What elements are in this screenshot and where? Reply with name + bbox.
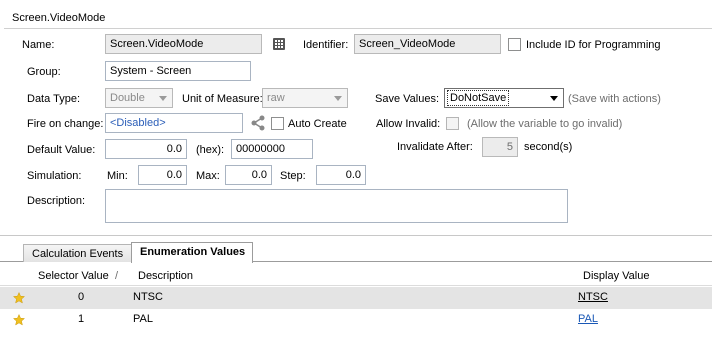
save-values-value: DoNotSave — [447, 90, 510, 106]
tab-enumeration-values[interactable]: Enumeration Values — [131, 242, 253, 263]
min-field[interactable]: 0.0 — [138, 165, 187, 185]
name-field[interactable]: Screen.VideoMode — [105, 34, 262, 54]
allow-invalid-label: Allow Invalid: — [376, 118, 441, 130]
step-field[interactable]: 0.0 — [316, 165, 366, 185]
page-title: Screen.VideoMode — [12, 12, 106, 24]
save-values-select[interactable]: DoNotSave — [444, 88, 564, 108]
default-value-label: Default Value: — [27, 144, 96, 156]
display-value-link[interactable]: PAL — [578, 313, 598, 325]
identifier-field[interactable]: Screen_VideoMode — [354, 34, 501, 54]
data-type-value: Double — [110, 92, 145, 104]
data-type-label: Data Type: — [27, 93, 80, 105]
description-label: Description: — [27, 195, 86, 207]
selector-value-cell: 1 — [78, 313, 85, 325]
fire-on-change-field[interactable]: <Disabled> — [105, 113, 243, 133]
max-field[interactable]: 0.0 — [225, 165, 272, 185]
unit-select[interactable]: raw — [262, 88, 348, 108]
auto-create-checkbox[interactable] — [271, 117, 284, 130]
simulation-label: Simulation: — [27, 170, 82, 182]
allow-invalid-hint: (Allow the variable to go invalid) — [467, 118, 623, 130]
fire-on-change-label: Fire on change: — [27, 118, 104, 130]
name-label: Name: — [22, 39, 55, 51]
hex-field[interactable]: 00000000 — [231, 139, 313, 159]
sort-indicator: / — [115, 270, 119, 282]
unit-value: raw — [267, 92, 285, 104]
display-value-link[interactable]: NTSC — [578, 291, 608, 303]
min-label: Min: — [107, 170, 128, 182]
star-icon — [13, 314, 25, 326]
table-row[interactable]: 0 NTSC NTSC — [0, 287, 712, 309]
default-value-field[interactable]: 0.0 — [105, 139, 187, 159]
tab-strip: Calculation Events Enumeration Values — [0, 240, 712, 263]
tab-calculation-events[interactable]: Calculation Events — [23, 244, 133, 262]
column-display-value[interactable]: Display Value — [583, 270, 649, 282]
description-field[interactable] — [105, 189, 568, 223]
data-type-select[interactable]: Double — [105, 88, 173, 108]
group-field[interactable]: System - Screen — [105, 61, 251, 81]
grid-header: Selector Value / Description Display Val… — [0, 264, 712, 286]
hex-label: (hex): — [196, 144, 225, 156]
column-description[interactable]: Description — [138, 270, 193, 282]
save-values-label: Save Values: — [375, 93, 440, 105]
auto-create-label: Auto Create — [288, 118, 347, 130]
share-icon[interactable] — [250, 115, 266, 131]
include-id-checkbox[interactable] — [508, 38, 521, 51]
save-values-hint: (Save with actions) — [568, 93, 661, 105]
chevron-down-icon — [334, 96, 342, 101]
step-label: Step: — [280, 170, 306, 182]
column-selector-value[interactable]: Selector Value — [38, 270, 109, 282]
unit-label: Unit of Measure: — [182, 93, 263, 105]
selector-value-cell: 0 — [78, 291, 85, 303]
invalidate-after-field[interactable]: 5 — [482, 137, 518, 157]
chevron-down-icon — [159, 96, 167, 101]
chevron-down-icon — [550, 96, 558, 101]
keypad-icon[interactable] — [272, 37, 286, 51]
invalidate-after-label: Invalidate After: — [397, 141, 473, 153]
star-icon — [13, 292, 25, 304]
group-label: Group: — [27, 66, 61, 78]
include-id-label: Include ID for Programming — [526, 39, 661, 51]
allow-invalid-checkbox[interactable] — [446, 117, 459, 130]
identifier-label: Identifier: — [303, 39, 349, 51]
max-label: Max: — [196, 170, 220, 182]
divider — [4, 28, 712, 29]
invalidate-unit-label: second(s) — [524, 141, 573, 153]
description-cell: NTSC — [133, 291, 163, 303]
table-row[interactable]: 1 PAL PAL — [0, 309, 712, 331]
description-cell: PAL — [133, 313, 153, 325]
